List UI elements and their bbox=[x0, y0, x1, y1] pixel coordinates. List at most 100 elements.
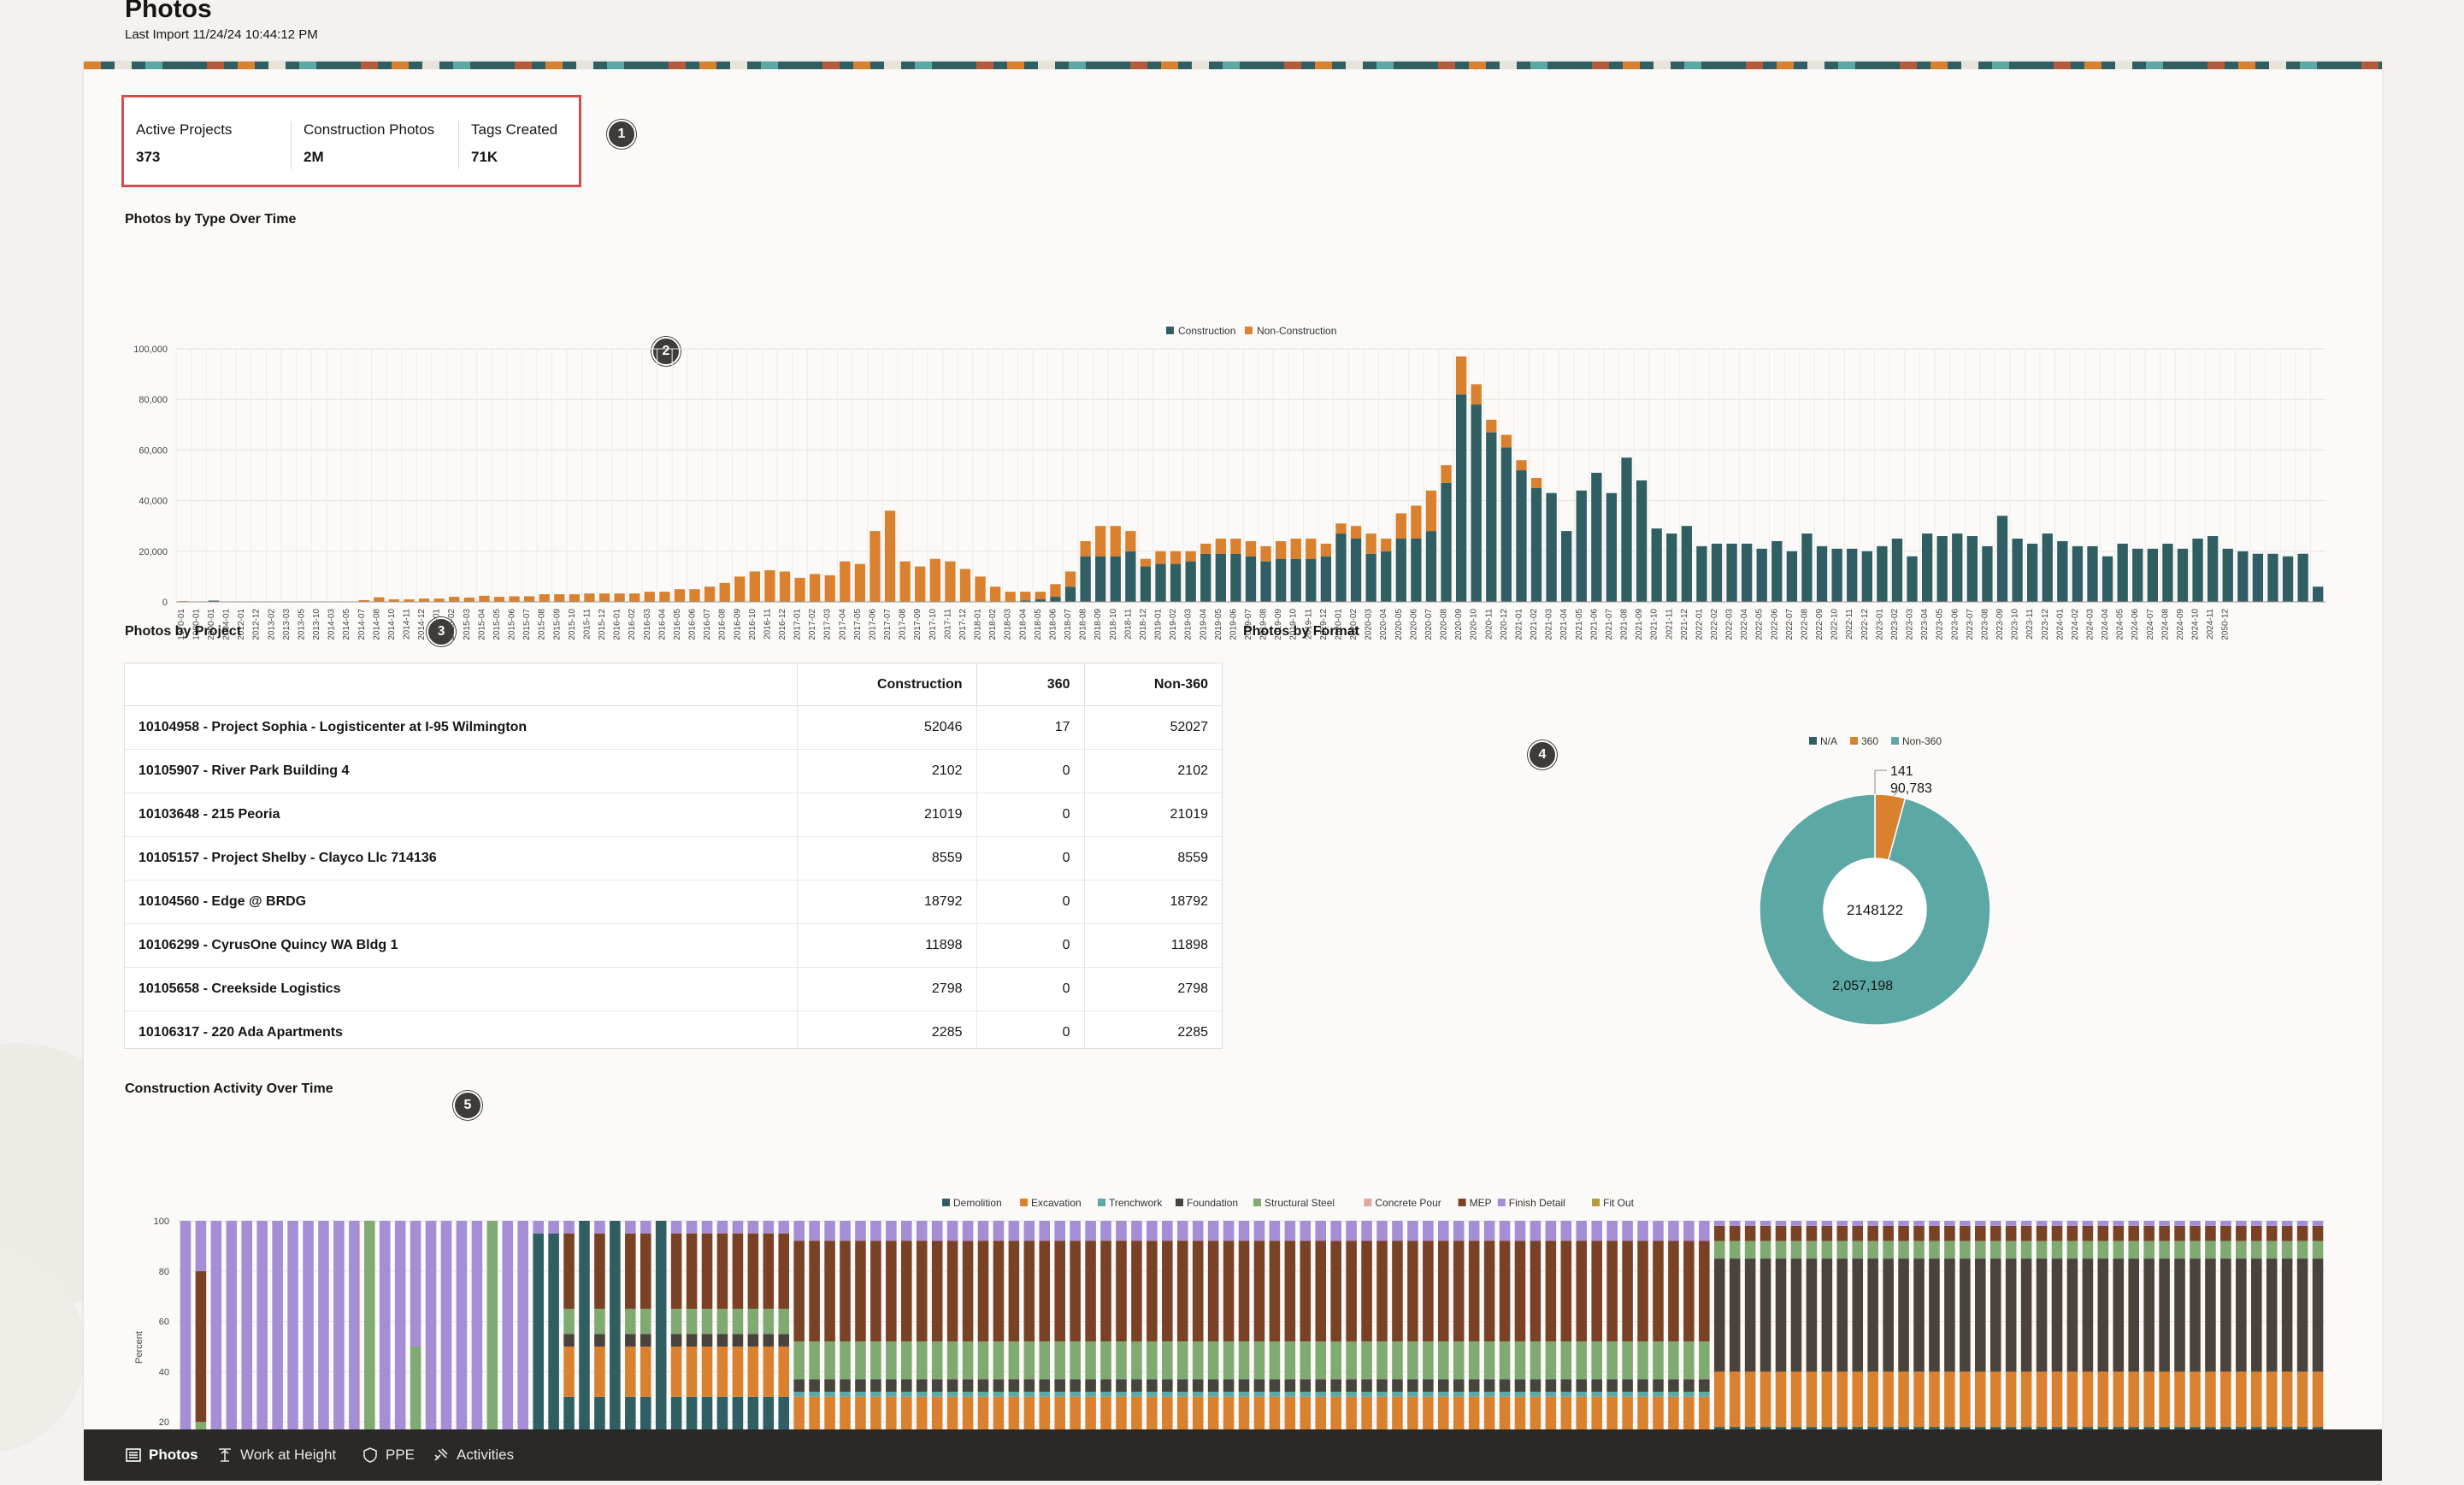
bar-segment-finish-detail bbox=[2205, 1221, 2216, 1226]
banner-stripe bbox=[576, 62, 593, 69]
bar-segment-finish-detail bbox=[1699, 1221, 1710, 1241]
bar-segment-mep bbox=[1468, 1240, 1480, 1342]
bar-segment-finish-detail bbox=[962, 1221, 974, 1241]
bar-segment-finish-detail bbox=[2266, 1221, 2278, 1226]
bar-construction bbox=[1546, 492, 1557, 602]
bar-segment-foundation bbox=[1622, 1379, 1633, 1392]
bar-segment-finish-detail bbox=[2250, 1221, 2262, 1226]
x-tick-label: 2022-03 bbox=[1725, 609, 1735, 640]
bar-segment-trenchwork bbox=[1207, 1391, 1219, 1397]
bar-non-construction bbox=[1245, 540, 1257, 557]
bar-segment-structural-steel bbox=[993, 1341, 1005, 1380]
bar-segment-finish-detail bbox=[1852, 1221, 1864, 1226]
bar-segment-foundation bbox=[946, 1379, 958, 1392]
banner-stripe bbox=[1592, 62, 1609, 69]
bar-segment-finish-detail bbox=[1606, 1221, 1618, 1241]
x-tick-label: 2017-10 bbox=[928, 609, 938, 640]
legend-swatch bbox=[942, 1199, 950, 1206]
bar-segment-structural-steel bbox=[1591, 1341, 1602, 1380]
nav-item-activities[interactable]: Activities bbox=[433, 1429, 514, 1481]
x-tick-label: 2015-12 bbox=[598, 609, 607, 640]
x-tick-label: 2021-10 bbox=[1650, 609, 1659, 640]
bar-segment-trenchwork bbox=[1315, 1391, 1327, 1397]
bar-segment-trenchwork bbox=[931, 1391, 943, 1397]
bar-segment-trenchwork bbox=[1683, 1391, 1695, 1397]
shield-icon bbox=[363, 1447, 377, 1463]
table-row[interactable]: 10106299 - CyrusOne Quincy WA Bldg 1 1189… bbox=[125, 923, 1222, 968]
bar-non-construction bbox=[554, 594, 565, 602]
column-header[interactable] bbox=[125, 663, 797, 706]
bar-non-construction bbox=[1200, 543, 1211, 554]
bar-segment-mep bbox=[2281, 1225, 2293, 1241]
bar-segment-mep bbox=[2312, 1225, 2324, 1241]
nav-item-work-at-height[interactable]: Work at Height bbox=[216, 1429, 336, 1481]
bar-segment-trenchwork bbox=[1176, 1391, 1188, 1397]
x-tick-label: 2016-06 bbox=[688, 609, 698, 640]
bar-segment-mep bbox=[1300, 1240, 1312, 1342]
bar-segment-foundation bbox=[993, 1379, 1005, 1392]
bar-segment-trenchwork bbox=[840, 1391, 851, 1397]
table-row[interactable]: 10106317 - 220 Ada Apartments 2285 0 2285 bbox=[125, 1011, 1222, 1048]
x-tick-label: 2018-06 bbox=[1048, 609, 1058, 640]
table-row[interactable]: 10104958 - Project Sophia - Logisticente… bbox=[125, 705, 1222, 750]
bar-segment-trenchwork bbox=[1300, 1391, 1312, 1397]
bar-segment-structural-steel bbox=[1883, 1240, 1894, 1259]
section-title-type-over-time: Photos by Type Over Time bbox=[125, 212, 297, 227]
bar-segment-mep bbox=[2051, 1225, 2063, 1241]
bar-segment-finish-detail bbox=[1468, 1221, 1480, 1241]
slice-label-n-a: 141 bbox=[1890, 764, 1913, 779]
bar-segment-trenchwork bbox=[855, 1391, 866, 1397]
legend-label: Trenchwork bbox=[1109, 1197, 1163, 1209]
bar-non-construction bbox=[493, 597, 505, 602]
bar-segment-excavation bbox=[962, 1396, 974, 1429]
bar-construction bbox=[2192, 539, 2203, 602]
column-header-construction[interactable]: Construction bbox=[796, 663, 976, 706]
bar-segment-structural-steel bbox=[1545, 1341, 1557, 1380]
bar-segment-finish-detail bbox=[1039, 1221, 1051, 1241]
bar-segment-finish-detail bbox=[1300, 1221, 1312, 1241]
work-at-height-icon bbox=[219, 1448, 231, 1462]
bar-construction bbox=[1486, 432, 1497, 602]
x-tick-label: 2022-05 bbox=[1755, 609, 1765, 640]
bar-segment-excavation bbox=[977, 1396, 989, 1429]
bar-segment-mep bbox=[886, 1240, 897, 1342]
nav-item-photos[interactable]: Photos bbox=[125, 1429, 198, 1481]
bar-segment-excavation bbox=[1929, 1371, 1940, 1428]
bar-non-construction bbox=[975, 576, 986, 602]
table-row[interactable]: 10105157 - Project Shelby - Clayco Llc 7… bbox=[125, 836, 1222, 881]
bar-segment-mep bbox=[1054, 1240, 1065, 1342]
bar-segment-structural-steel bbox=[1100, 1341, 1111, 1380]
bar-segment-mep bbox=[809, 1240, 820, 1342]
bar-segment-foundation bbox=[1883, 1258, 1894, 1372]
bar-non-construction bbox=[1335, 523, 1347, 534]
y-tick-label: 20 bbox=[159, 1417, 169, 1428]
bar-segment-foundation bbox=[2020, 1258, 2032, 1372]
bar-segment-demolition bbox=[625, 1396, 636, 1429]
nav-item-ppe[interactable]: PPE bbox=[362, 1429, 415, 1481]
bar-segment-finish-detail bbox=[1131, 1221, 1142, 1241]
column-header-non-360[interactable]: Non-360 bbox=[1083, 663, 1222, 706]
legend-swatch bbox=[1253, 1199, 1261, 1206]
bar-segment-mep bbox=[1729, 1225, 1741, 1241]
bar-construction bbox=[1381, 551, 1392, 602]
bar-non-construction bbox=[1530, 477, 1542, 488]
table-row[interactable]: 10103648 - 215 Peoria 21019 0 21019 bbox=[125, 793, 1222, 837]
table-row[interactable]: 10105658 - Creekside Logistics 2798 0 2798 bbox=[125, 967, 1222, 1011]
banner-stripe bbox=[1192, 62, 1209, 69]
bar-segment-foundation bbox=[1836, 1258, 1848, 1372]
bar-segment-trenchwork bbox=[1284, 1391, 1296, 1397]
legend-label: Structural Steel bbox=[1264, 1197, 1335, 1209]
banner-stripe bbox=[1623, 62, 1640, 69]
table-row[interactable]: 10105907 - River Park Building 4 2102 0 210… bbox=[125, 749, 1222, 793]
bar-segment-foundation bbox=[1423, 1379, 1434, 1392]
bar-segment-excavation bbox=[1269, 1396, 1281, 1429]
table-row[interactable]: 10104560 - Edge @ BRDG 18792 0 18792 bbox=[125, 880, 1222, 924]
column-header-360[interactable]: 360 bbox=[976, 663, 1084, 706]
bar-segment-finish-detail bbox=[1913, 1221, 1925, 1226]
bar-segment-excavation bbox=[2205, 1371, 2216, 1428]
bar-segment-structural-steel bbox=[946, 1341, 958, 1380]
banner-stripe bbox=[884, 62, 901, 69]
section-title-by-format: Photos by Format bbox=[1243, 624, 1360, 639]
banner-stripe bbox=[1038, 62, 1055, 69]
bar-segment-foundation bbox=[701, 1334, 713, 1347]
